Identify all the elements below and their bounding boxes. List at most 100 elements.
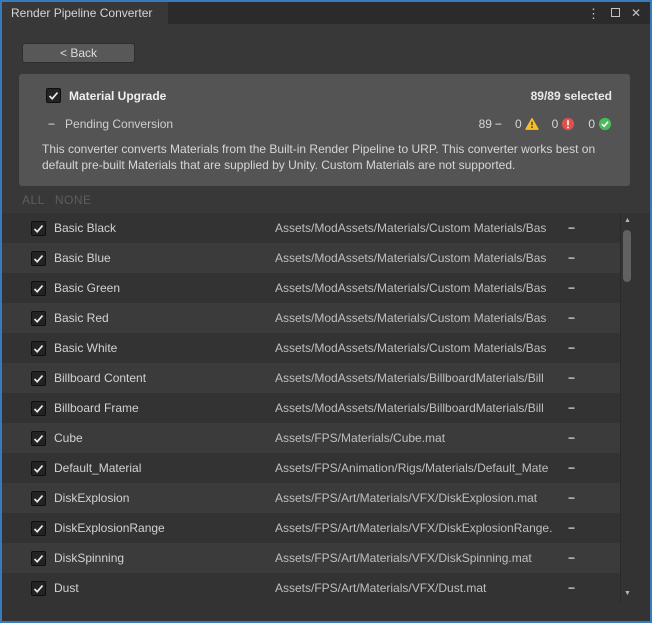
table-row[interactable]: Billboard Content Assets/ModAssets/Mater…: [2, 363, 620, 393]
row-pending-dash-icon: −: [568, 491, 575, 505]
row-pending-dash-icon: −: [568, 431, 575, 445]
scroll-up-icon[interactable]: ▲: [621, 217, 634, 225]
converter-panel: Material Upgrade 89/89 selected − Pendin…: [19, 74, 630, 186]
check-icon: [32, 372, 45, 385]
tab-render-pipeline-converter[interactable]: Render Pipeline Converter: [2, 2, 168, 24]
row-checkbox[interactable]: [31, 401, 46, 416]
material-name: Basic Blue: [54, 251, 275, 265]
table-row[interactable]: Basic Blue Assets/ModAssets/Materials/Cu…: [2, 243, 620, 273]
title-bar: Render Pipeline Converter ⋮ ✕: [2, 2, 650, 24]
material-path: Assets/FPS/Materials/Cube.mat: [275, 431, 562, 445]
material-path: Assets/FPS/Art/Materials/VFX/DiskExplosi…: [275, 521, 562, 535]
row-checkbox[interactable]: [31, 221, 46, 236]
row-checkbox[interactable]: [31, 461, 46, 476]
row-pending-dash-icon: −: [568, 251, 575, 265]
table-row[interactable]: Basic Black Assets/ModAssets/Materials/C…: [2, 213, 620, 243]
error-count: 0: [552, 117, 559, 131]
scroll-down-icon[interactable]: ▼: [621, 590, 634, 598]
material-name: Basic Black: [54, 221, 275, 235]
pending-dash-icon: −: [48, 117, 55, 131]
material-name: Dust: [54, 581, 275, 595]
material-name: Basic Red: [54, 311, 275, 325]
window-title: Render Pipeline Converter: [11, 6, 152, 20]
pending-conversion-label: Pending Conversion: [65, 117, 173, 131]
material-path: Assets/ModAssets/Materials/Custom Materi…: [275, 251, 562, 265]
material-path: Assets/FPS/Art/Materials/VFX/Dust.mat: [275, 581, 562, 595]
check-icon: [32, 552, 45, 565]
check-icon: [32, 432, 45, 445]
check-icon: [32, 492, 45, 505]
select-all-button[interactable]: ALL: [22, 193, 45, 207]
row-checkbox[interactable]: [31, 431, 46, 446]
material-name: Billboard Content: [54, 371, 275, 385]
table-row[interactable]: Billboard Frame Assets/ModAssets/Materia…: [2, 393, 620, 423]
table-row[interactable]: Basic Red Assets/ModAssets/Materials/Cus…: [2, 303, 620, 333]
row-checkbox[interactable]: [31, 491, 46, 506]
material-path: Assets/ModAssets/Materials/Custom Materi…: [275, 311, 562, 325]
row-checkbox[interactable]: [31, 341, 46, 356]
table-row[interactable]: Cube Assets/FPS/Materials/Cube.mat −: [2, 423, 620, 453]
scrollbar-thumb[interactable]: [623, 230, 631, 282]
table-row[interactable]: Basic White Assets/ModAssets/Materials/C…: [2, 333, 620, 363]
maximize-icon[interactable]: [611, 4, 620, 22]
material-path: Assets/ModAssets/Materials/BillboardMate…: [275, 401, 562, 415]
check-icon: [32, 402, 45, 415]
material-path: Assets/ModAssets/Materials/Custom Materi…: [275, 221, 562, 235]
render-pipeline-converter-window: Render Pipeline Converter ⋮ ✕ < Back Mat…: [0, 0, 652, 623]
row-checkbox[interactable]: [31, 551, 46, 566]
row-checkbox[interactable]: [31, 581, 46, 596]
material-name: Billboard Frame: [54, 401, 275, 415]
row-pending-dash-icon: −: [568, 341, 575, 355]
row-pending-dash-icon: −: [568, 281, 575, 295]
pending-count-group: 89 −: [479, 117, 502, 131]
converter-checkbox[interactable]: [46, 88, 61, 103]
table-row[interactable]: DiskExplosion Assets/FPS/Art/Materials/V…: [2, 483, 620, 513]
success-count: 0: [588, 117, 595, 131]
row-checkbox[interactable]: [31, 251, 46, 266]
converter-description: This converter converts Materials from t…: [42, 141, 622, 173]
converter-header-row: Material Upgrade 89/89 selected: [46, 87, 612, 104]
materials-list: Basic Black Assets/ModAssets/Materials/C…: [2, 213, 620, 603]
selection-controls: ALL NONE: [22, 193, 92, 207]
check-icon: [32, 252, 45, 265]
material-name: Default_Material: [54, 461, 275, 475]
row-checkbox[interactable]: [31, 371, 46, 386]
material-name: Basic White: [54, 341, 275, 355]
select-none-button[interactable]: NONE: [55, 193, 92, 207]
table-row[interactable]: DiskExplosionRange Assets/FPS/Art/Materi…: [2, 513, 620, 543]
material-name: DiskExplosion: [54, 491, 275, 505]
row-checkbox[interactable]: [31, 311, 46, 326]
row-checkbox[interactable]: [31, 281, 46, 296]
kebab-menu-icon[interactable]: ⋮: [587, 7, 600, 20]
pending-dash-icon: −: [495, 117, 502, 131]
success-count-group: 0: [588, 117, 612, 131]
back-button[interactable]: < Back: [22, 43, 135, 63]
material-path: Assets/ModAssets/Materials/BillboardMate…: [275, 371, 562, 385]
row-pending-dash-icon: −: [568, 551, 575, 565]
table-row[interactable]: Dust Assets/FPS/Art/Materials/VFX/Dust.m…: [2, 573, 620, 603]
row-checkbox[interactable]: [31, 521, 46, 536]
table-row[interactable]: Basic Green Assets/ModAssets/Materials/C…: [2, 273, 620, 303]
table-row[interactable]: Default_Material Assets/FPS/Animation/Ri…: [2, 453, 620, 483]
table-row[interactable]: DiskSpinning Assets/FPS/Art/Materials/VF…: [2, 543, 620, 573]
check-icon: [47, 89, 60, 102]
materials-list-viewport: Basic Black Assets/ModAssets/Materials/C…: [2, 213, 650, 621]
pending-count: 89: [479, 117, 492, 131]
row-pending-dash-icon: −: [568, 311, 575, 325]
close-icon[interactable]: ✕: [631, 7, 641, 19]
selected-count: 89/89 selected: [531, 89, 612, 103]
warning-count-group: 0: [515, 117, 539, 131]
status-counts: 89 − 0 0: [479, 117, 612, 131]
row-pending-dash-icon: −: [568, 461, 575, 475]
warning-count: 0: [515, 117, 522, 131]
error-count-group: 0: [552, 117, 576, 131]
check-icon: [32, 342, 45, 355]
vertical-scrollbar[interactable]: ▲ ▼: [620, 213, 633, 603]
check-icon: [32, 522, 45, 535]
material-path: Assets/FPS/Art/Materials/VFX/DiskSpinnin…: [275, 551, 562, 565]
material-path: Assets/FPS/Art/Materials/VFX/DiskExplosi…: [275, 491, 562, 505]
row-pending-dash-icon: −: [568, 581, 575, 595]
check-icon: [32, 222, 45, 235]
row-pending-dash-icon: −: [568, 371, 575, 385]
check-icon: [32, 462, 45, 475]
